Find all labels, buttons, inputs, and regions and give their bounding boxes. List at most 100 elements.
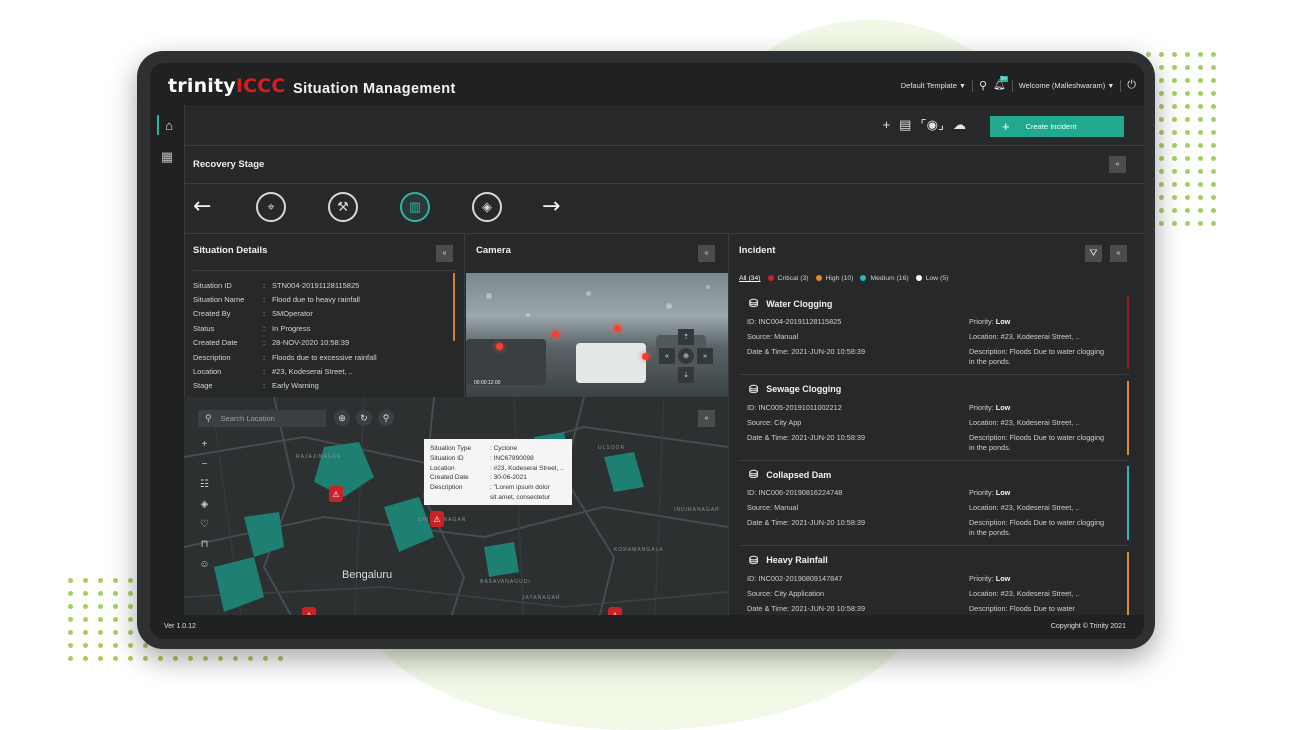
car (466, 339, 546, 385)
incident-panel: Incident ⛛ « All (34) Critical (3) High (1… (728, 233, 1144, 639)
map-district-label: Koramangala (614, 547, 664, 553)
tooltip-row: sit amet, consectetur (430, 493, 566, 503)
target-icon[interactable]: ⊕ (334, 410, 350, 426)
map-city-label: Bengaluru (342, 569, 393, 581)
detail-value: Flood due to heavy rainfall (272, 295, 360, 305)
incident-priority: Priority: Low (969, 403, 1109, 413)
home-icon[interactable]: ⌂ (157, 115, 179, 135)
zoom-search-icon[interactable]: ⚲ (378, 410, 394, 426)
collapse-button[interactable]: « (698, 410, 715, 427)
incident-pin[interactable]: ⚠ (430, 511, 444, 527)
rain-drop (586, 291, 591, 296)
location-search-input[interactable]: ⚲ Search Location (198, 410, 326, 427)
layers-stage-icon[interactable]: ◈ (472, 192, 502, 222)
sidebar: ⌂ ▦ (150, 105, 185, 639)
detail-label: Created Date (193, 338, 238, 348)
priority-filter[interactable]: Critical (3) (767, 275, 809, 282)
incident-description: Description: Floods Due to water cloggin… (969, 347, 1105, 366)
pin-icon[interactable]: ♡ (197, 517, 212, 532)
toolbar-icons: + ▤ ⌜◉⌟ ☁ (883, 117, 966, 133)
detail-value: STN004-20191128115825 (272, 280, 360, 290)
incident-location: Location: #23, Kodeserai Street, .. (969, 588, 1080, 598)
create-incident-button[interactable]: + Create Incident (990, 116, 1124, 137)
scrollbar[interactable] (453, 273, 455, 341)
add-icon[interactable]: + (883, 117, 891, 133)
filter-label: Medium (16) (870, 275, 909, 282)
incident-datetime: Date & Time: 2021-JUN-20 10:58:39 (747, 432, 866, 442)
tail-light (552, 331, 559, 338)
incident-title-row: ⛁ Heavy Rainfall (749, 554, 828, 567)
priority-dot (767, 275, 774, 282)
capture-icon[interactable]: ⌜◉⌟ (920, 117, 944, 133)
header-actions: Default Template ▼ ⚲ 🔔︎ 9+ Welcome (Malle… (901, 76, 1136, 92)
pan-right-button[interactable]: » (697, 348, 713, 364)
power-icon[interactable]: ⏻ (1127, 79, 1136, 92)
priority-bar (1127, 295, 1129, 369)
map-view[interactable]: ⚲ Search Location ⊕ ↻ ⚲ « + − ☷ ◈ ♡ ⊓ ☺ B… (184, 397, 728, 639)
detail-value: 28-NOV-2020 10:58:39 (272, 338, 350, 348)
pan-left-button[interactable]: « (659, 348, 675, 364)
incident-id: ID: INC004-20191128115825 (747, 317, 842, 326)
cloud-icon[interactable]: ☁ (953, 117, 966, 133)
hammer-stage-icon[interactable]: ⚒ (328, 192, 358, 222)
zoom-in-icon[interactable]: + (197, 437, 212, 452)
priority-label: Priority: (969, 488, 994, 497)
incident-card[interactable]: ⛁ Water Clogging ID: INC004-20191128115825… (739, 291, 1129, 375)
collapse-button[interactable]: « (436, 245, 453, 262)
refresh-icon[interactable]: ↻ (356, 410, 372, 426)
priority-filter[interactable]: Medium (16) (860, 275, 909, 282)
notification-bell-icon[interactable]: 🔔︎ 9+ (993, 76, 1008, 91)
pan-down-button[interactable]: ⇣ (678, 367, 694, 383)
map-district-label: Basavanagudi (480, 579, 531, 585)
incident-pin[interactable]: ⚠ (329, 486, 343, 502)
tooltip-value: : Cyclone (490, 445, 518, 452)
incident-type-icon: ⛁ (749, 298, 759, 310)
collapse-button[interactable]: « (698, 245, 715, 262)
search-icon: ⚲ (205, 413, 212, 423)
detail-colon: : (263, 280, 266, 290)
copyright-label: Copyright © Trinity 2021 (1050, 623, 1126, 630)
incident-source: Source: City Application (747, 588, 825, 598)
ptz-center-button[interactable]: ⊕ (678, 348, 694, 364)
dashboard-icon[interactable]: ▦ (157, 147, 177, 167)
tooltip-value: : 30-06-2021 (490, 474, 527, 482)
incident-card[interactable]: ⛁ Collapsed Dam ID: INC006-20190816224748 S… (739, 462, 1129, 546)
camera-feed[interactable]: 00:00:12:00 ⇡ « ⊕ » ⇣ (466, 273, 728, 397)
priority-bar (1127, 380, 1129, 455)
detail-row: Description: Floods due to excessive rain… (193, 350, 453, 364)
detail-label: Description (193, 352, 231, 362)
arrow-right-icon[interactable]: → (542, 194, 560, 219)
user-menu[interactable]: Welcome (Malleshwaram) ▼ (1019, 81, 1115, 90)
map-district-label: Jayanagar (522, 595, 561, 601)
map-stage-icon[interactable]: ⌖ (256, 192, 286, 222)
tail-light (642, 353, 649, 360)
building-stage-icon[interactable]: ▥ (400, 192, 430, 222)
priority-value: Low (995, 488, 1011, 497)
pan-up-button[interactable]: ⇡ (678, 329, 694, 345)
zoom-out-icon[interactable]: − (197, 457, 212, 472)
collapse-button[interactable]: « (1109, 156, 1126, 173)
incident-card[interactable]: ⛁ Sewage Clogging ID: INC005-2019101100221… (739, 377, 1129, 461)
detail-row: Location: #23, Kodeserai Street, .. (193, 364, 453, 378)
clipboard-icon[interactable]: ▤ (899, 117, 911, 133)
priority-filter[interactable]: All (34) (739, 275, 761, 282)
filter-icon[interactable]: ⛛ (1085, 245, 1102, 262)
camera-title: Camera (476, 245, 511, 256)
priority-dot (860, 275, 867, 282)
bench-icon[interactable]: ⊓ (197, 537, 212, 552)
layers-icon[interactable]: ◈ (197, 497, 212, 512)
incident-title: Incident (739, 245, 776, 256)
template-dropdown[interactable]: Default Template ▼ (901, 81, 966, 90)
detail-row: Stage: Early Warning (193, 379, 453, 393)
priority-filter[interactable]: High (10) (815, 275, 853, 282)
priority-dot (915, 275, 922, 282)
tooltip-row: Situation ID: INC67890098 (430, 454, 566, 464)
priority-filter[interactable]: Low (5) (915, 275, 948, 282)
priority-value: Low (995, 573, 1011, 583)
collapse-button[interactable]: « (1110, 245, 1127, 262)
location-pin-icon[interactable]: ⚲ (979, 79, 987, 92)
people-icon[interactable]: ☺ (197, 557, 212, 572)
traffic-light-icon[interactable]: ☷ (197, 477, 212, 492)
arrow-left-icon[interactable]: ← (193, 194, 211, 219)
detail-colon: : (263, 295, 266, 305)
